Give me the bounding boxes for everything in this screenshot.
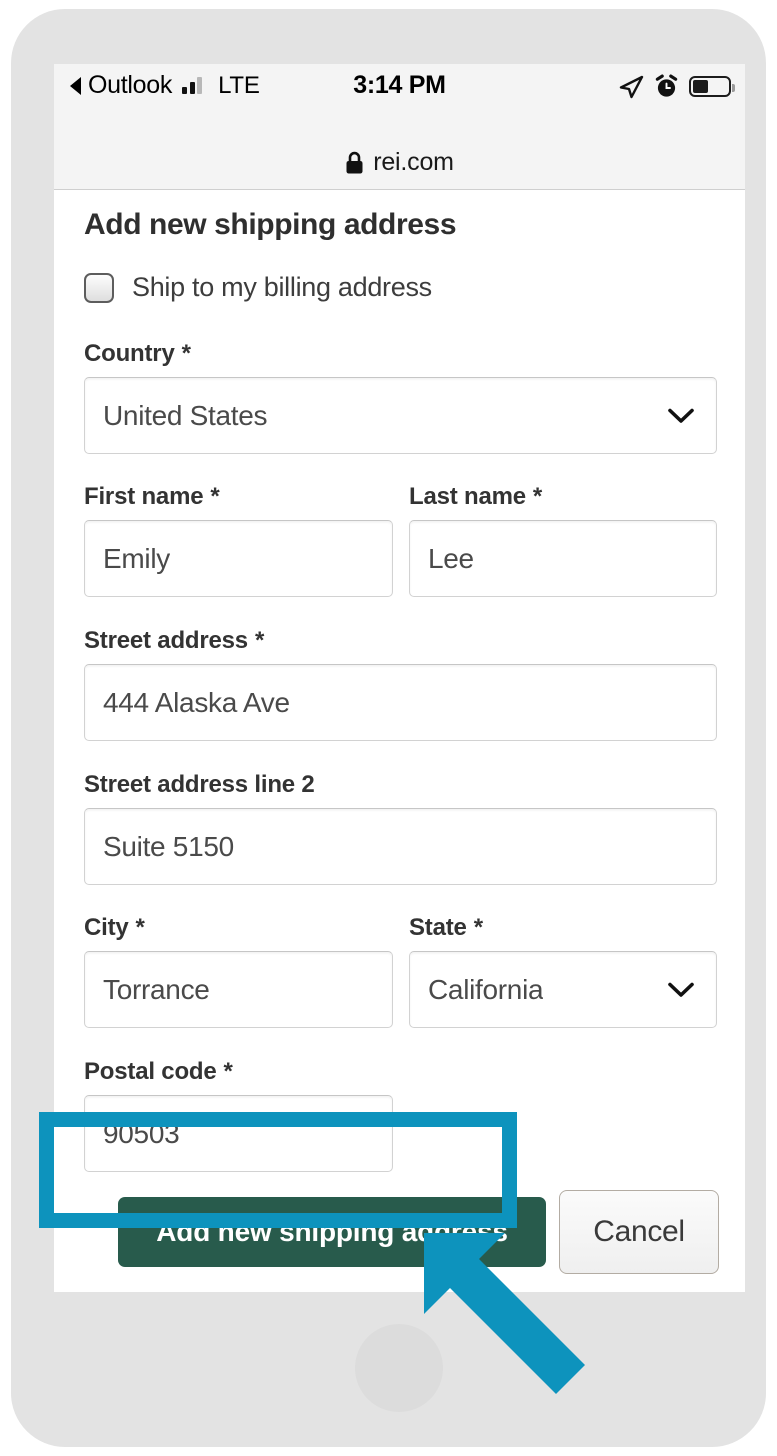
country-value: United States	[103, 399, 268, 431]
phone-screen: Outlook LTE 3:14 PM rei.com Add new ship…	[54, 64, 745, 1292]
first-name-input[interactable]: Emily	[84, 520, 393, 597]
battery-icon	[689, 76, 735, 97]
field-label-state: State *	[409, 914, 483, 941]
field-label-last-name: Last name *	[409, 483, 543, 510]
phone-frame: Outlook LTE 3:14 PM rei.com Add new ship…	[11, 9, 766, 1447]
lock-icon	[346, 151, 363, 173]
field-label-first-name: First name *	[84, 483, 220, 510]
city-input[interactable]: Torrance	[84, 951, 393, 1028]
chevron-down-icon	[668, 982, 694, 997]
last-name-value: Lee	[428, 542, 474, 574]
state-select[interactable]: California	[409, 951, 717, 1028]
field-label-postal-code: Postal code *	[84, 1058, 233, 1085]
street-address-2-value: Suite 5150	[103, 830, 234, 862]
ship-to-billing-label: Ship to my billing address	[132, 272, 432, 302]
chevron-down-icon	[668, 408, 694, 423]
street-address-2-input[interactable]: Suite 5150	[84, 808, 717, 885]
city-value: Torrance	[103, 973, 210, 1005]
state-value: California	[428, 973, 544, 1005]
field-label-city: City *	[84, 914, 145, 941]
country-select[interactable]: United States	[84, 377, 717, 454]
field-label-street-address-2: Street address line 2	[84, 771, 315, 798]
highlight-annotation-box	[39, 1112, 517, 1228]
status-bar-right	[618, 74, 735, 99]
last-name-input[interactable]: Lee	[409, 520, 717, 597]
first-name-value: Emily	[103, 542, 170, 574]
status-bar: Outlook LTE 3:14 PM	[54, 64, 745, 136]
url-label: rei.com	[373, 148, 454, 176]
ship-to-billing-row[interactable]: Ship to my billing address	[84, 272, 432, 303]
alarm-clock-icon	[655, 74, 678, 97]
browser-url-bar[interactable]: rei.com	[54, 136, 745, 190]
street-address-input[interactable]: 444 Alaska Ave	[84, 664, 717, 741]
location-arrow-icon	[619, 75, 644, 98]
street-address-value: 444 Alaska Ave	[103, 686, 290, 718]
page-title: Add new shipping address	[84, 208, 457, 241]
arrow-up-left-icon	[424, 1233, 585, 1394]
field-label-country: Country *	[84, 340, 191, 367]
checkbox-icon[interactable]	[84, 272, 114, 303]
field-label-street-address: Street address *	[84, 627, 265, 654]
